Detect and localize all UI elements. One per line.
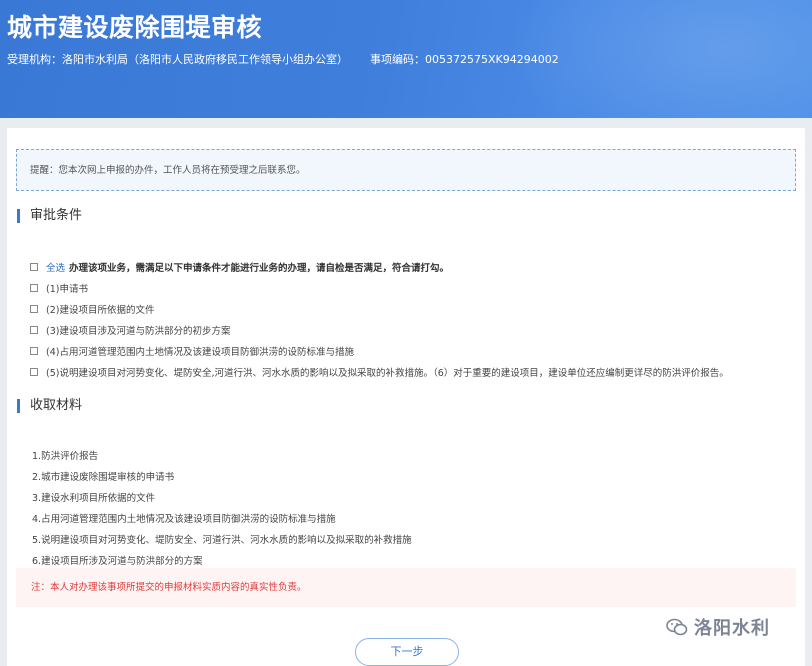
material-item: 3.建设水利项目所依据的文件 [32, 493, 156, 504]
condition-select-all-row[interactable]: 全选 办理该项业务，需满足以下申请条件才能进行业务的办理，请自检是否满足，符合请… [30, 260, 449, 274]
section-title-conditions: 审批条件 [17, 209, 82, 223]
select-all-link[interactable]: 全选 [46, 260, 65, 274]
material-item: 5.说明建设项目对河势变化、堤防安全、河道行洪、河水水质的影响以及拟采取的补救措… [32, 535, 412, 546]
section-title-materials: 收取材料 [17, 399, 82, 413]
condition-instructions: 办理该项业务，需满足以下申请条件才能进行业务的办理，请自检是否满足，符合请打勾。 [69, 263, 450, 274]
agency-text: 受理机构：洛阳市水利局（洛阳市人民政府移民工作领导小组办公室） [7, 53, 348, 66]
material-item: 1.防洪评价报告 [32, 451, 99, 462]
page-title: 城市建设废除围堤审核 [7, 13, 263, 42]
page-header: 城市建设废除围堤审核 受理机构：洛阳市水利局（洛阳市人民政府移民工作领导小组办公… [0, 0, 812, 118]
watermark-text: 洛阳水利 [694, 618, 770, 639]
condition-label: (5)说明建设项目对河势变化、堤防安全,河道行洪、河水水质的影响以及拟采取的补救… [46, 368, 729, 379]
wechat-icon [666, 618, 688, 636]
watermark: 洛阳水利 [666, 614, 770, 640]
condition-label: (3)建设项目涉及河道与防洪部分的初步方案 [46, 326, 231, 337]
condition-item[interactable]: (4)占用河道管理范围内土地情况及该建设项目防御洪涝的设防标准与措施 [30, 344, 354, 358]
content-card: 提醒：您本次网上申报的办件，工作人员将在预受理之后联系您。 审批条件 全选 办理… [7, 128, 805, 666]
select-all-checkbox[interactable] [30, 263, 38, 271]
condition-checkbox[interactable] [30, 368, 38, 376]
condition-label: (1)申请书 [46, 284, 88, 295]
material-item: 2.城市建设废除围堤审核的申请书 [32, 472, 175, 483]
condition-checkbox[interactable] [30, 284, 38, 292]
notice-box: 提醒：您本次网上申报的办件，工作人员将在预受理之后联系您。 [16, 149, 796, 191]
condition-item[interactable]: (2)建设项目所依据的文件 [30, 302, 154, 316]
next-step-button[interactable]: 下一步 [355, 638, 459, 666]
item-code-text: 事项编码：005372575XK94294002 [370, 53, 559, 66]
condition-label: (2)建设项目所依据的文件 [46, 305, 155, 316]
condition-checkbox[interactable] [30, 347, 38, 355]
condition-label: (4)占用河道管理范围内土地情况及该建设项目防御洪涝的设防标准与措施 [46, 347, 354, 358]
condition-item[interactable]: (5)说明建设项目对河势变化、堤防安全,河道行洪、河水水质的影响以及拟采取的补救… [30, 365, 729, 379]
condition-checkbox[interactable] [30, 305, 38, 313]
condition-checkbox[interactable] [30, 326, 38, 334]
material-item: 6.建设项目所涉及河道与防洪部分的方案 [32, 556, 203, 567]
material-item: 4.占用河道管理范围内土地情况及该建设项目防御洪涝的设防标准与措施 [32, 514, 336, 525]
responsibility-warning: 注：本人对办理该事项所提交的申报材料实质内容的真实性负责。 [16, 568, 796, 607]
header-meta: 受理机构：洛阳市水利局（洛阳市人民政府移民工作领导小组办公室） 事项编码：0053… [7, 51, 559, 67]
condition-item[interactable]: (3)建设项目涉及河道与防洪部分的初步方案 [30, 323, 230, 337]
condition-item[interactable]: (1)申请书 [30, 281, 88, 295]
